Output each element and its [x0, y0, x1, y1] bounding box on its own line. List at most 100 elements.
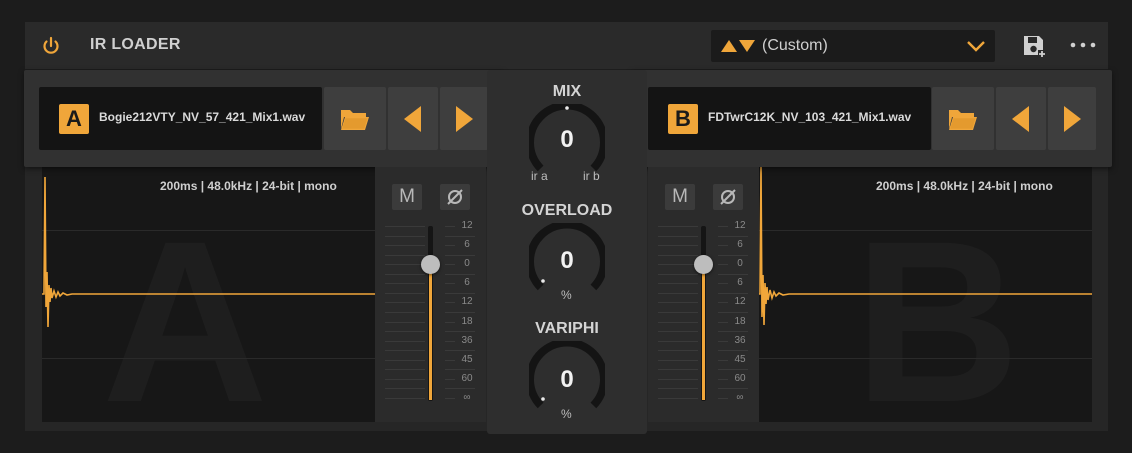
scale-tick — [385, 388, 425, 390]
header-bar: IR LOADER (Custom) — [25, 22, 1108, 70]
ir-info-a: 200ms | 48.0kHz | 24-bit | mono — [160, 179, 337, 193]
scale-tick — [385, 331, 425, 333]
fader-handle-a[interactable] — [421, 254, 440, 274]
scale-tick — [658, 254, 698, 256]
plugin-title: IR LOADER — [90, 36, 181, 53]
impulse-response-trace-b — [759, 167, 1092, 326]
loader-bar-a: A Bogie212VTY_NV_57_421_Mix1.wav — [24, 70, 503, 167]
scale-tick — [385, 378, 425, 380]
scale-label: 0 — [728, 258, 752, 270]
preset-selector[interactable]: (Custom) — [711, 30, 995, 62]
triangle-left-icon — [404, 105, 421, 132]
folder-icon — [949, 109, 977, 130]
variphi-value: 0 — [560, 366, 574, 393]
scale-tick — [445, 235, 475, 237]
fader-fill-b — [702, 264, 705, 400]
scale-tick — [658, 311, 698, 313]
phase-invert-button-b[interactable] — [713, 184, 743, 210]
scale-tick — [718, 369, 748, 371]
scale-label: 60 — [728, 372, 752, 384]
scale-tick — [658, 369, 698, 371]
power-button[interactable] — [39, 34, 63, 58]
variphi-unit: % — [561, 407, 572, 421]
scale-tick — [718, 331, 748, 333]
filename-a: Bogie212VTY_NV_57_421_Mix1.wav — [99, 110, 306, 124]
scale-tick — [445, 331, 475, 333]
scale-tick — [718, 254, 748, 256]
scale-tick — [658, 273, 698, 275]
scale-tick — [385, 397, 425, 399]
scale-tick — [385, 321, 425, 323]
impulse-response-trace-a — [42, 176, 375, 328]
phase-invert-icon — [447, 189, 463, 205]
fader-strip-b: M 12 6 0 6 12 18 36 45 60 ∞ — [648, 167, 759, 422]
preset-prev-next-icon[interactable] — [721, 39, 755, 53]
scale-tick — [445, 273, 475, 275]
scale-tick — [385, 226, 425, 227]
mute-button-a[interactable]: M — [392, 184, 422, 210]
scale-tick — [445, 254, 475, 256]
power-icon — [43, 36, 59, 54]
scale-tick — [385, 283, 425, 285]
scale-tick — [658, 340, 698, 342]
scale-tick — [718, 311, 748, 313]
next-ir-button-a[interactable] — [440, 87, 488, 150]
scale-label: 6 — [455, 277, 479, 289]
folder-icon — [341, 109, 369, 130]
scale-tick — [385, 369, 425, 371]
scale-tick — [718, 235, 748, 237]
phase-invert-button-a[interactable] — [440, 184, 470, 210]
scale-label: 6 — [728, 239, 752, 251]
scale-tick — [658, 226, 698, 227]
open-folder-button-b[interactable] — [932, 87, 994, 150]
triangle-right-icon — [456, 105, 473, 132]
scale-tick — [658, 264, 698, 266]
scale-tick — [385, 254, 425, 256]
mix-left-label: ir a — [531, 169, 548, 183]
scale-tick — [385, 292, 425, 294]
prev-ir-button-a[interactable] — [388, 87, 438, 150]
filename-b: FDTwrC12K_NV_103_421_Mix1.wav — [708, 110, 912, 124]
scale-tick — [385, 350, 425, 352]
scale-tick — [718, 292, 748, 294]
scale-label: ∞ — [455, 391, 479, 403]
scale-tick — [445, 388, 475, 390]
waveform-panel-b: B 200ms | 48.0kHz | 24-bit | mono — [759, 167, 1092, 422]
preset-name: (Custom) — [762, 37, 828, 54]
scale-label: 60 — [455, 372, 479, 384]
fader-handle-b[interactable] — [694, 254, 713, 274]
more-options-icon[interactable] — [1070, 42, 1096, 48]
chevron-down-icon — [967, 41, 985, 52]
mix-label: MIX — [552, 83, 582, 100]
triangle-right-icon — [1064, 105, 1081, 132]
mix-right-label: ir b — [583, 169, 600, 183]
scale-tick — [658, 292, 698, 294]
next-ir-button-b[interactable] — [1048, 87, 1096, 150]
triangle-left-icon — [1012, 105, 1029, 132]
scale-label: 12 — [728, 296, 752, 308]
open-folder-button-a[interactable] — [324, 87, 386, 150]
ir-info-b: 200ms | 48.0kHz | 24-bit | mono — [876, 179, 1053, 193]
save-preset-icon[interactable] — [1022, 34, 1046, 58]
scale-tick — [718, 388, 748, 390]
scale-tick — [658, 359, 698, 361]
scale-label: 12 — [728, 220, 752, 231]
overload-label: OVERLOAD — [521, 202, 613, 219]
slot-badge-b: B — [668, 104, 698, 134]
overload-value: 0 — [560, 247, 574, 274]
mix-value: 0 — [560, 126, 574, 153]
fader-strip-a: M 12 6 0 6 12 18 36 45 60 ∞ — [375, 167, 486, 422]
mute-button-b[interactable]: M — [665, 184, 695, 210]
waveform-panel-a: A 200ms | 48.0kHz | 24-bit | mono — [42, 167, 375, 422]
file-display-b[interactable]: B FDTwrC12K_NV_103_421_Mix1.wav — [648, 87, 931, 150]
scale-label: 18 — [728, 315, 752, 327]
scale-tick — [385, 340, 425, 342]
phase-invert-icon — [720, 189, 736, 205]
file-display-a[interactable]: A Bogie212VTY_NV_57_421_Mix1.wav — [39, 87, 322, 150]
scale-tick — [385, 273, 425, 275]
scale-tick — [718, 273, 748, 275]
scale-tick — [658, 321, 698, 323]
prev-ir-button-b[interactable] — [996, 87, 1046, 150]
center-controls: MIX 0 ir a ir b OVERLOAD 0 % VARIPHI 0 % — [487, 70, 647, 434]
scale-label: 12 — [455, 296, 479, 308]
